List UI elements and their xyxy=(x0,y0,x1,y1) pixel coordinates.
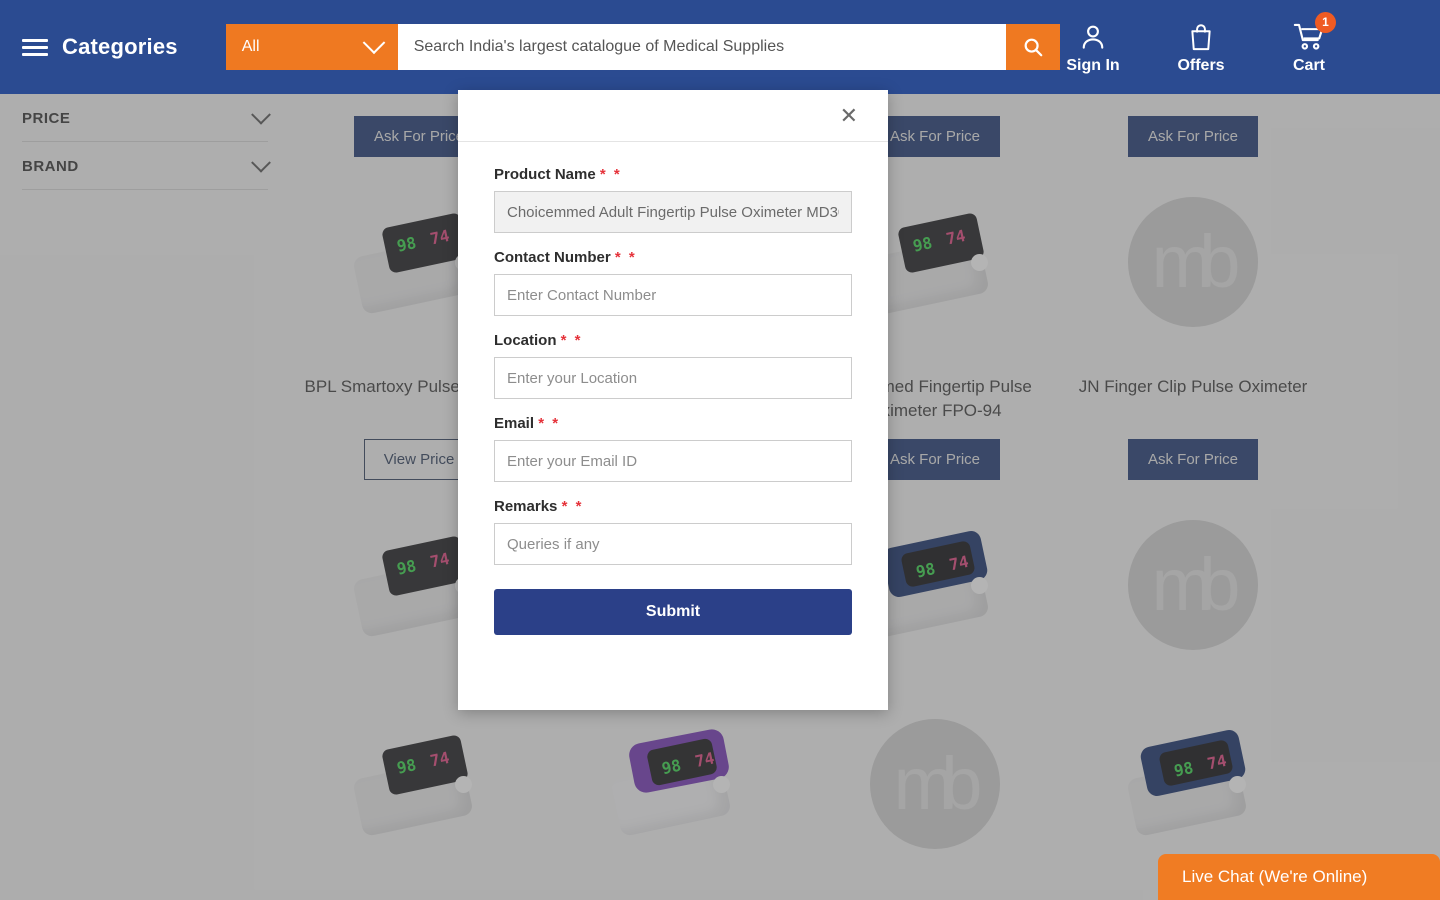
remarks-input[interactable] xyxy=(494,523,852,565)
page-root: Categories All Search India's largest ca… xyxy=(0,0,1440,900)
required-asterisk: * * xyxy=(561,498,584,515)
live-chat-widget[interactable]: Live Chat (We're Online) xyxy=(1158,854,1440,900)
cart-badge: 1 xyxy=(1315,11,1336,33)
chevron-down-icon xyxy=(362,31,386,55)
categories-label: Categories xyxy=(62,34,178,59)
search-bar: All xyxy=(225,24,1060,70)
field-location: Location * * xyxy=(494,332,852,399)
required-asterisk: * * xyxy=(538,415,561,432)
remarks-label: Remarks * * xyxy=(494,498,584,515)
live-chat-label: Live Chat (We're Online) xyxy=(1182,867,1368,886)
cart-button[interactable]: 1 Cart xyxy=(1276,11,1342,75)
field-contact-number: Contact Number * * xyxy=(494,249,852,316)
search-button[interactable] xyxy=(1006,24,1060,70)
modal-header: ✕ xyxy=(458,90,888,142)
hamburger-icon xyxy=(22,38,48,56)
required-asterisk: * * xyxy=(560,332,583,349)
required-asterisk: * * xyxy=(599,166,622,183)
product-name-label: Product Name * * xyxy=(494,166,622,183)
offers-label: Offers xyxy=(1177,56,1225,74)
field-remarks: Remarks * * xyxy=(494,498,852,565)
header-actions: Sign In Offers 1 Cart xyxy=(1060,11,1342,75)
contact-number-input[interactable] xyxy=(494,274,852,316)
sign-in-label: Sign In xyxy=(1066,56,1120,74)
close-icon[interactable]: ✕ xyxy=(840,104,858,127)
ask-for-price-modal: ✕ Product Name * * Contact Number * * L xyxy=(458,90,888,710)
shopping-bag-icon xyxy=(1187,20,1215,54)
modal-form: Product Name * * Contact Number * * Loca… xyxy=(458,142,888,635)
search-input[interactable] xyxy=(397,24,1006,70)
search-icon xyxy=(1024,38,1043,57)
sign-in-button[interactable]: Sign In xyxy=(1060,20,1126,75)
category-select[interactable]: All xyxy=(225,24,398,70)
contact-number-label: Contact Number * * xyxy=(494,249,637,266)
user-icon xyxy=(1078,20,1108,54)
location-label: Location * * xyxy=(494,332,583,349)
required-asterisk: * * xyxy=(614,249,637,266)
email-label: Email * * xyxy=(494,415,561,432)
email-input[interactable] xyxy=(494,440,852,482)
product-name-input[interactable] xyxy=(494,191,852,233)
categories-menu-button[interactable]: Categories xyxy=(22,34,178,60)
field-email: Email * * xyxy=(494,415,852,482)
submit-button[interactable]: Submit xyxy=(494,589,852,635)
location-input[interactable] xyxy=(494,357,852,399)
category-select-value: All xyxy=(241,38,260,55)
cart-label: Cart xyxy=(1292,56,1325,74)
offers-button[interactable]: Offers xyxy=(1168,20,1234,75)
site-header: Categories All Search India's largest ca… xyxy=(0,0,1440,94)
field-product-name: Product Name * * xyxy=(494,166,852,233)
